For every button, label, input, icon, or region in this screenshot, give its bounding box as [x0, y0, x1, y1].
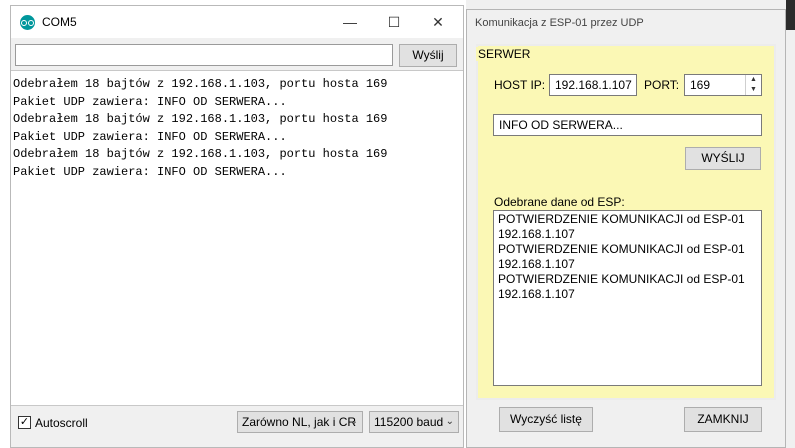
console-line: Pakiet UDP zawiera: INFO OD SERWERA... — [13, 94, 287, 109]
background-dark-corner — [786, 0, 795, 30]
minimize-button[interactable]: — — [327, 6, 373, 38]
received-label: Odebrane dane od ESP: — [494, 195, 625, 209]
list-item: POTWIERDZENIE KOMUNIKACJI od ESP-01 — [498, 212, 745, 226]
received-data-list[interactable]: POTWIERDZENIE KOMUNIKACJI od ESP-01 192.… — [493, 210, 762, 386]
maximize-button[interactable]: ☐ — [371, 6, 417, 38]
serial-monitor-titlebar[interactable]: COM5 — ☐ ✕ — [11, 6, 463, 38]
chevron-down-icon: ⌄ — [445, 416, 454, 427]
chevron-down-icon: ⌄ — [349, 416, 358, 427]
serial-monitor-footer: ✓ Autoscroll Zarówno NL, jak i CR ⌄ 1152… — [11, 408, 463, 444]
line-ending-select[interactable]: Zarówno NL, jak i CR ⌄ — [237, 411, 363, 433]
dialog-title: Komunikacja z ESP-01 przez UDP — [475, 17, 644, 29]
serial-send-input[interactable] — [15, 44, 393, 66]
port-spinner[interactable]: ▲ ▼ — [745, 75, 761, 95]
window-title: COM5 — [42, 15, 77, 29]
send-button[interactable]: WYŚLIJ — [685, 147, 761, 170]
list-item: 192.168.1.107 — [498, 257, 575, 271]
maximize-icon: ☐ — [387, 14, 401, 30]
close-icon: ✕ — [432, 14, 444, 30]
message-field[interactable]: INFO OD SERWERA... — [493, 114, 762, 136]
host-ip-label: HOST IP: — [494, 78, 546, 92]
server-group-label: SERWER — [476, 47, 533, 61]
console-line: Odebrałem 18 bajtów z 192.168.1.103, por… — [13, 77, 388, 91]
autoscroll-label: Autoscroll — [35, 416, 88, 430]
console-line: Pakiet UDP zawiera: INFO OD SERWERA... — [13, 129, 287, 144]
port-spinbox[interactable]: 169 ▲ ▼ — [684, 74, 762, 96]
serial-send-button[interactable]: Wyślij — [399, 44, 457, 67]
spin-down-icon[interactable]: ▼ — [746, 85, 761, 95]
clear-list-button[interactable]: Wyczyść listę — [499, 407, 593, 432]
console-line: Odebrałem 18 bajtów z 192.168.1.103, por… — [13, 147, 388, 161]
arduino-icon — [20, 15, 35, 30]
port-label: PORT: — [644, 78, 680, 92]
console-line: Pakiet UDP zawiera: INFO OD SERWERA... — [13, 164, 287, 179]
list-item: POTWIERDZENIE KOMUNIKACJI od ESP-01 — [498, 272, 745, 286]
autoscroll-checkbox[interactable]: ✓ — [18, 416, 31, 429]
udp-dialog-window: Komunikacja z ESP-01 przez UDP SERWER HO… — [466, 9, 786, 448]
port-value: 169 — [690, 78, 711, 92]
close-button[interactable]: ✕ — [415, 6, 461, 38]
list-item: 192.168.1.107 — [498, 227, 575, 241]
minimize-icon: — — [343, 14, 357, 30]
host-ip-field[interactable]: 192.168.1.107 — [549, 74, 637, 96]
serial-monitor-window: COM5 — ☐ ✕ Wyślij Odebrałem 18 bajtów z … — [10, 5, 464, 448]
serial-console-output[interactable]: Odebrałem 18 bajtów z 192.168.1.103, por… — [11, 70, 463, 406]
console-line: Odebrałem 18 bajtów z 192.168.1.103, por… — [13, 112, 388, 126]
close-dialog-button[interactable]: ZAMKNIJ — [684, 407, 762, 432]
list-item: 192.168.1.107 — [498, 287, 575, 301]
list-item: POTWIERDZENIE KOMUNIKACJI od ESP-01 — [498, 242, 745, 256]
spin-up-icon[interactable]: ▲ — [746, 75, 761, 85]
line-ending-value: Zarówno NL, jak i CR — [242, 415, 357, 429]
baud-rate-select[interactable]: 115200 baud ⌄ — [369, 411, 459, 433]
baud-rate-value: 115200 baud — [374, 415, 444, 429]
